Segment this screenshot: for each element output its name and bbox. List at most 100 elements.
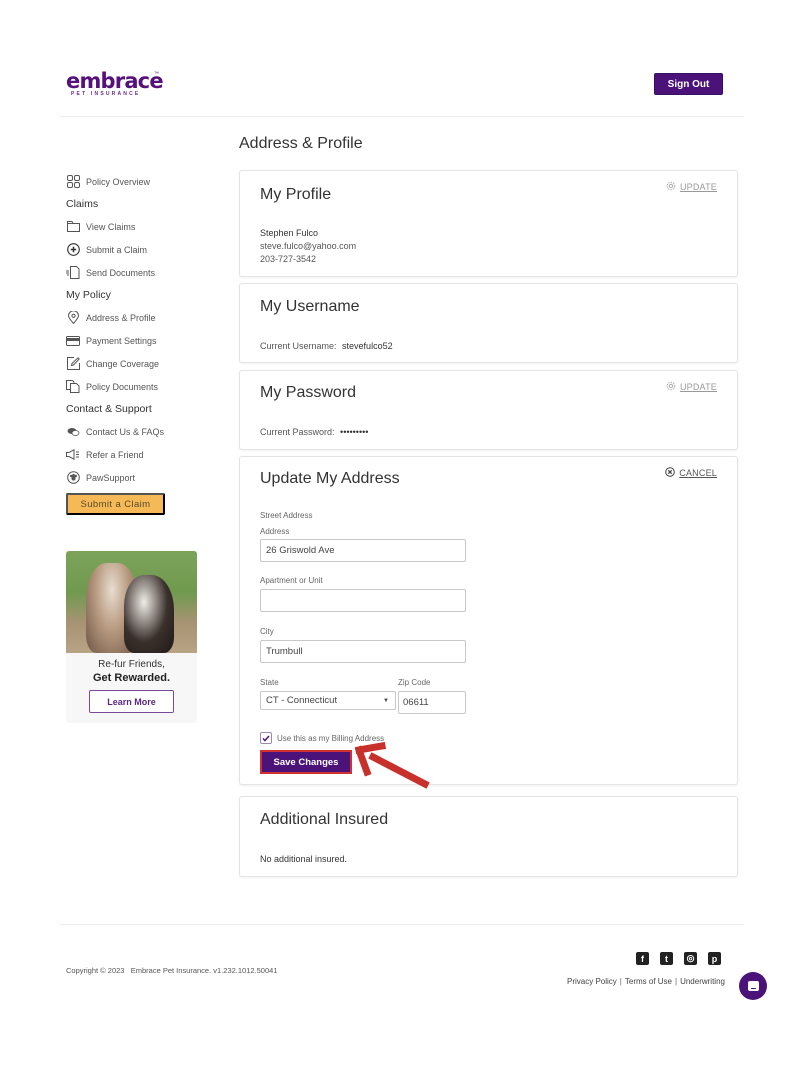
update-link-label: UPDATE [679,182,717,192]
terms-of-use-link[interactable]: Terms of Use [625,977,672,986]
cancel-link-label: CANCEL [679,468,717,478]
city-input[interactable]: Trumbull [260,640,466,663]
sidebar-item-refer-a-friend[interactable]: Refer a Friend [66,443,226,466]
state-label: State [260,678,279,687]
footer-links: Privacy Policy | Terms of Use | Underwri… [567,977,725,986]
header-divider [60,116,744,117]
sidebar-item-label: Payment Settings [86,335,157,346]
address-input[interactable]: 26 Griswold Ave [260,539,466,562]
billing-address-checkbox[interactable] [260,732,272,744]
annotation-arrow-icon [355,742,430,789]
sidebar-item-policy-documents[interactable]: Policy Documents [66,375,226,398]
cancel-link[interactable]: CANCEL [665,467,717,479]
privacy-policy-link[interactable]: Privacy Policy [567,977,617,986]
sidebar-heading-contact-support: Contact & Support [66,403,152,415]
twitter-icon[interactable]: t [660,952,673,965]
gear-icon [666,181,676,193]
zip-code-label: Zip Code [398,678,431,687]
document-send-icon [66,266,80,280]
password-value: ••••••••• [340,427,369,437]
sidebar-item-payment-settings[interactable]: Payment Settings [66,329,226,352]
learn-more-button[interactable]: Learn More [89,690,174,713]
refer-friend-promo: Re-fur Friends, Get Rewarded. Learn More [66,551,197,723]
chat-icon [747,981,759,991]
promo-headline: Re-fur Friends, [98,659,165,670]
sidebar-item-label: Refer a Friend [86,449,144,460]
sidebar-item-change-coverage[interactable]: Change Coverage [66,352,226,375]
underwriting-link[interactable]: Underwriting [680,977,725,986]
facebook-icon[interactable]: f [636,952,649,965]
address-label: Address [260,527,290,536]
sidebar-nav: Policy Overview Claims View Claims Submi… [66,170,226,489]
street-address-label: Street Address [260,511,313,520]
apartment-label: Apartment or Unit [260,576,323,585]
update-address-card: Update My Address CANCEL Street Address … [239,456,738,785]
update-profile-link[interactable]: UPDATE [666,181,717,193]
save-changes-button[interactable]: Save Changes [260,750,352,774]
gear-icon [666,381,676,393]
sidebar-item-address-profile[interactable]: Address & Profile [66,306,226,329]
sidebar-heading-my-policy: My Policy [66,289,111,301]
username-row: Current Username: stevefulco52 [260,341,393,351]
profile-phone: 203-727-3542 [260,254,317,264]
chat-bubbles-icon [66,425,80,439]
sidebar-item-label: Send Documents [86,267,156,278]
sidebar-item-contact-us-faqs[interactable]: Contact Us & FAQs [66,420,226,443]
username-value: stevefulco52 [342,341,393,351]
credit-card-icon [66,334,80,348]
password-label: Current Password: [260,427,335,437]
card-title: Update My Address [260,470,400,487]
sidebar-item-submit-a-claim[interactable]: Submit a Claim [66,238,226,261]
sign-out-button[interactable]: Sign Out [654,73,723,95]
card-title: My Username [260,298,360,315]
my-username-card: My Username Current Username: stevefulco… [239,283,738,363]
my-profile-card: My Profile UPDATE Stephen Fulco steve.fu… [239,170,738,277]
my-password-card: My Password UPDATE Current Password: •••… [239,370,738,450]
additional-insured-text: No additional insured. [260,854,348,864]
plus-circle-icon [66,243,80,257]
card-title: Additional Insured [260,811,389,828]
edit-icon [66,357,80,371]
promo-subheadline: Get Rewarded. [92,672,171,684]
instagram-icon[interactable]: ◎ [684,952,697,965]
megaphone-icon [66,448,80,462]
profile-name: Stephen Fulco [260,228,319,238]
page-title: Address & Profile [239,135,363,152]
sidebar-item-label: Submit a Claim [86,244,148,255]
sidebar-item-pawsupport[interactable]: PawSupport [66,466,226,489]
checkmark-icon [262,729,270,747]
paw-icon [66,471,80,485]
additional-insured-card: Additional Insured No additional insured… [239,796,738,877]
chat-launcher-button[interactable] [739,972,767,1000]
state-select-value: CT - Connecticut [266,695,338,706]
sidebar-item-send-documents[interactable]: Send Documents [66,261,226,284]
chevron-down-icon: ▼ [383,697,389,704]
documents-icon [66,380,80,394]
update-link-label: UPDATE [679,382,717,392]
dogs-photo [66,551,197,653]
close-circle-icon [665,467,676,479]
password-row: Current Password: ••••••••• [260,427,368,437]
zip-code-input[interactable]: 06611 [398,691,466,714]
submit-claim-button[interactable]: Submit a Claim [66,493,165,515]
sidebar-item-label: Change Coverage [86,358,160,369]
sidebar-item-policy-overview[interactable]: Policy Overview [66,170,226,193]
sidebar-item-label: Policy Documents [86,381,159,392]
update-password-link[interactable]: UPDATE [666,381,717,393]
username-label: Current Username: [260,341,337,351]
dog-image-right [124,575,174,653]
sidebar-item-view-claims[interactable]: View Claims [66,215,226,238]
link-separator: | [675,977,678,986]
header: embrace ™ PET INSURANCE Sign Out [0,0,804,118]
sidebar-item-label: PawSupport [86,472,136,483]
apartment-input[interactable] [260,589,466,612]
embrace-logo[interactable]: embrace ™ PET INSURANCE [66,70,166,100]
grid-icon [66,175,80,189]
state-select[interactable]: CT - Connecticut ▼ [260,691,396,710]
sidebar-item-label: Address & Profile [86,312,156,323]
sidebar-item-label: View Claims [86,221,136,232]
pinterest-icon[interactable]: p [708,952,721,965]
copyright-text: Copyright © 2023 Embrace Pet Insurance. … [66,966,278,975]
card-title: My Profile [260,186,332,203]
sidebar-item-label: Contact Us & FAQs [86,426,165,437]
